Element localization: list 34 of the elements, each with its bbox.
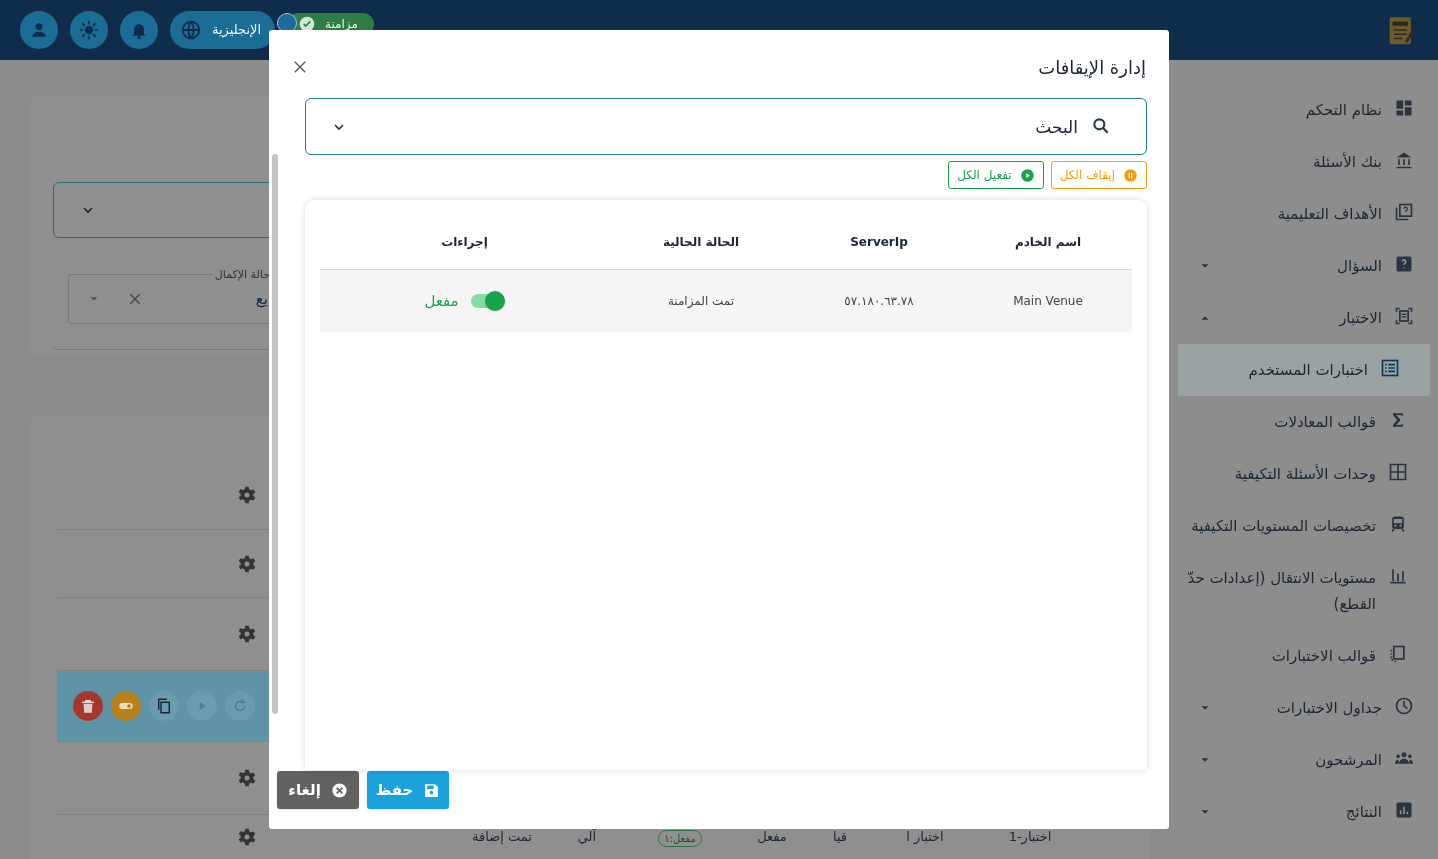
sidebar-item[interactable]: مستويات الانتقال (إعدادات حدّ القطع)	[1170, 552, 1438, 630]
sidebar-item[interactable]: تخصيصات المستويات التكيفية	[1170, 500, 1438, 552]
sidebar-item[interactable]: الاختبار	[1170, 292, 1438, 344]
table-cell-text: آلي	[576, 828, 598, 847]
search-field[interactable]: البحث	[305, 98, 1147, 155]
save-button[interactable]: حفظ	[367, 771, 449, 809]
sidebar-item[interactable]: قوالب الاختبارات	[1170, 630, 1438, 682]
table-cell-text: مفعل	[756, 828, 788, 847]
sidebar-item[interactable]: نظام التحكم	[1170, 84, 1438, 136]
sidebar-item[interactable]: المرشحون	[1170, 734, 1438, 786]
table-cell-text: اختبار ا	[905, 828, 945, 847]
table-cell-text: قيا	[831, 828, 849, 847]
sidebar-item[interactable]: الأهداف التعليمية	[1170, 188, 1438, 240]
play-all-button[interactable]: تفعيل الكل	[948, 161, 1044, 189]
sidebar-item[interactable]: وحدات الأسئلة التكيفية	[1170, 448, 1438, 500]
table-cell-text: ٥٧.١٨٠.٦٣.٧٨	[843, 293, 915, 310]
sidebar-item[interactable]: قوالب المعادلات	[1170, 396, 1438, 448]
table-cell-text: تمت المزامنة	[666, 293, 736, 310]
sidebar-item[interactable]: اختبارات المستخدم	[1178, 344, 1430, 396]
table-cell-text: Main Venue	[1012, 293, 1084, 310]
table-cell-text: اختبار-1	[1007, 828, 1053, 847]
sidebar-item[interactable]: النتائج	[1170, 786, 1438, 838]
dialog-title: إدارة الإيقافات	[1038, 55, 1146, 80]
table-cell-text: تمت إضافة	[471, 828, 533, 847]
status-label: مفعل	[424, 290, 459, 312]
cancel-button[interactable]: إلغاء	[277, 771, 359, 809]
column-header: ServerIp	[849, 234, 909, 251]
column-header: إجراءات	[440, 234, 489, 251]
column-header: الحالة الحالية	[661, 234, 741, 251]
column-header: اسم الخادم	[1013, 234, 1083, 252]
sidebar-item[interactable]: السؤال	[1170, 240, 1438, 292]
sidebar-item[interactable]: بنك الأسئلة	[1170, 136, 1438, 188]
sidebar-item[interactable]: جداول الاختبارات	[1170, 682, 1438, 734]
language-button[interactable]: الإنجليزية	[170, 11, 276, 49]
